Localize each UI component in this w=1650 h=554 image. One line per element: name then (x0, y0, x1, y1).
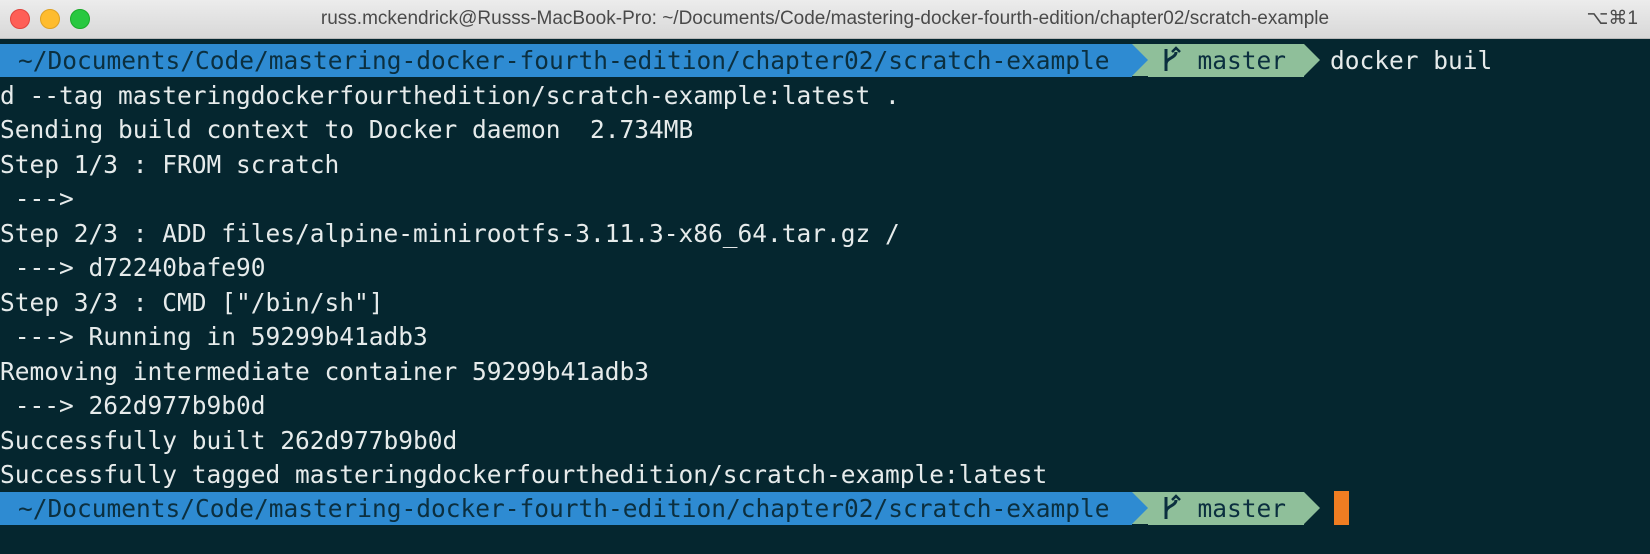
output-line: ---> Running in 59299b41adb3 (0, 322, 428, 351)
output-line: Step 2/3 : ADD files/alpine-minirootfs-3… (0, 219, 900, 248)
output-line: Successfully tagged masteringdockerfourt… (0, 460, 1048, 489)
prompt-path-segment: ~/Documents/Code/mastering-docker-fourth… (0, 491, 1132, 525)
output-line: ---> (0, 184, 74, 213)
powerline-separator (1131, 44, 1148, 76)
output-line: d --tag masteringdockerfourthedition/scr… (0, 81, 900, 110)
output-line: Removing intermediate container 59299b41… (0, 357, 650, 386)
prompt-git-segment: master (1147, 43, 1305, 77)
output-line: Sending build context to Docker daemon 2… (0, 115, 694, 144)
powerline-separator (1304, 44, 1321, 76)
window-title: russ.mckendrick@Russs-MacBook-Pro: ~/Doc… (320, 8, 1330, 29)
powerline-separator (1304, 492, 1321, 524)
output-line: Step 1/3 : FROM scratch (0, 150, 340, 179)
prompt-path: ~/Documents/Code/mastering-docker-fourth… (18, 45, 1110, 75)
prompt-branch: master (1197, 493, 1287, 523)
command-text: docker buil (1330, 45, 1493, 75)
prompt-path: ~/Documents/Code/mastering-docker-fourth… (18, 493, 1110, 523)
prompt-line: ~/Documents/Code/mastering-docker-fourth… (0, 42, 1492, 78)
prompt-line: ~/Documents/Code/mastering-docker-fourth… (0, 490, 1350, 526)
output-line: ---> 262d977b9b0d (0, 391, 266, 420)
git-branch-icon (1164, 46, 1181, 71)
window-shortcut: ⌥⌘1 (1586, 8, 1638, 29)
title-bar: russ.mckendrick@Russs-MacBook-Pro: ~/Doc… (0, 0, 1650, 39)
terminal-cursor[interactable] (1334, 491, 1350, 525)
prompt-path-segment: ~/Documents/Code/mastering-docker-fourth… (0, 43, 1132, 77)
output-line: Step 3/3 : CMD ["/bin/sh"] (0, 288, 384, 317)
terminal-content[interactable]: ~/Documents/Code/mastering-docker-fourth… (0, 39, 1650, 554)
output-line: Successfully built 262d977b9b0d (0, 426, 458, 455)
powerline-separator (1131, 492, 1148, 524)
terminal-window: russ.mckendrick@Russs-MacBook-Pro: ~/Doc… (0, 0, 1650, 554)
prompt-branch: master (1197, 45, 1287, 75)
output-line: ---> d72240bafe90 (0, 253, 266, 282)
prompt-git-segment: master (1147, 491, 1305, 525)
git-branch-icon (1164, 494, 1181, 519)
